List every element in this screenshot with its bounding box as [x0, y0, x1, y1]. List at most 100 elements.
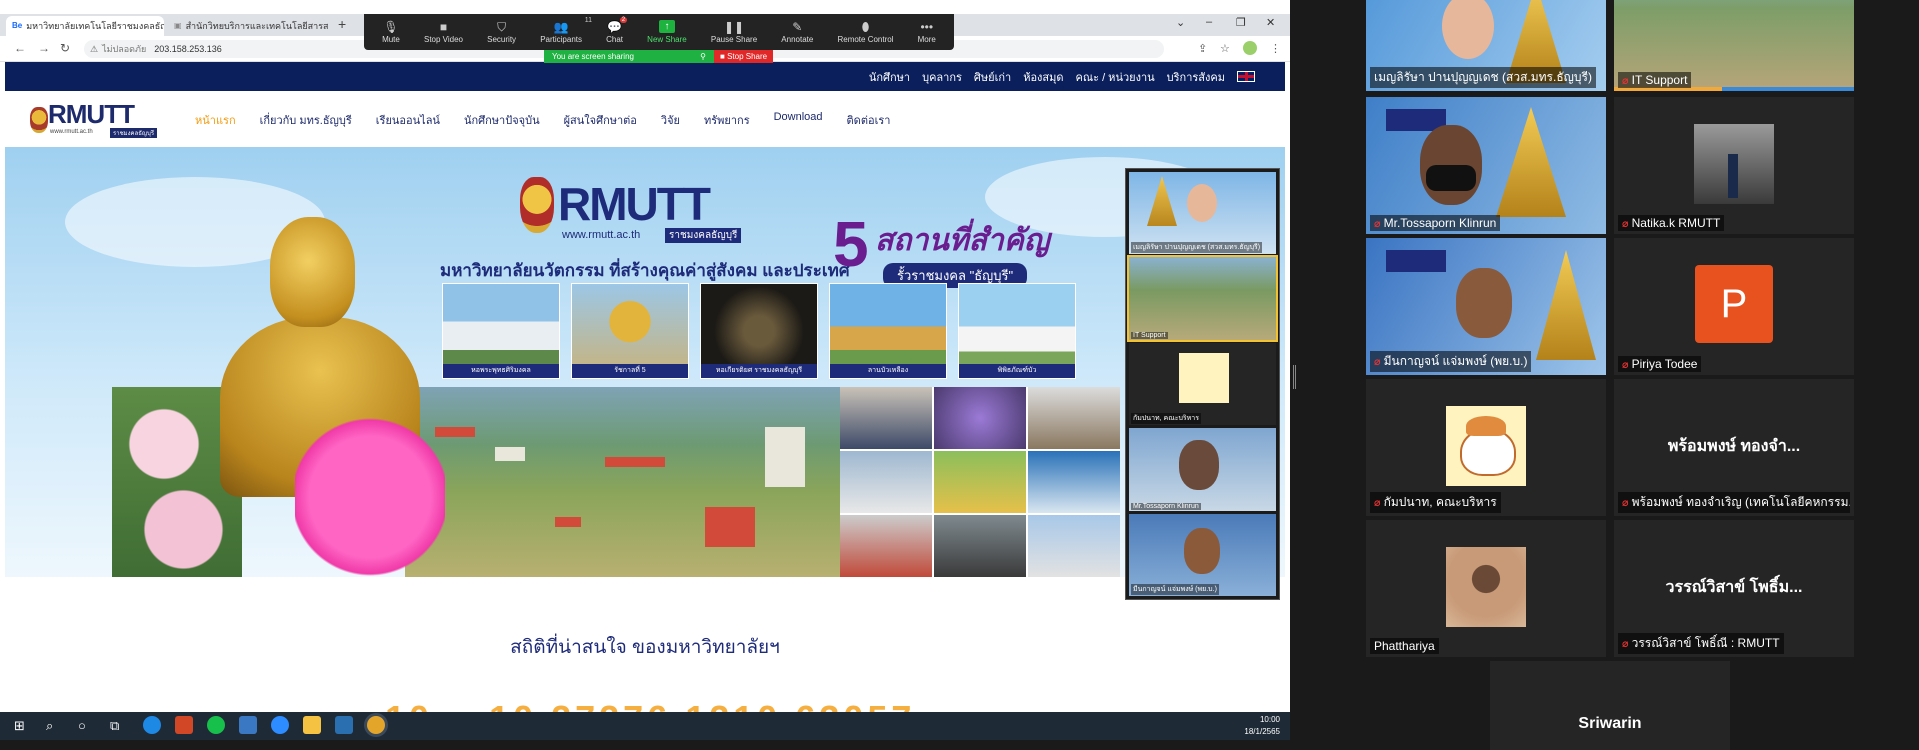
- participants-button[interactable]: 👥 11 Participants: [540, 17, 592, 44]
- new-tab-button[interactable]: +: [338, 16, 346, 32]
- line-icon[interactable]: [207, 716, 225, 734]
- panel-video-1[interactable]: เมญลิรัษา ปานปุญญเดช (สวส.มทร.ธัญบุรี): [1129, 172, 1276, 255]
- panel-video-2[interactable]: IT Support: [1127, 255, 1278, 342]
- security-button[interactable]: ⛉ Security: [487, 20, 516, 44]
- chat-button[interactable]: 💬 2 Chat: [606, 17, 628, 44]
- stop-video-button[interactable]: ■ Stop Video: [424, 20, 463, 44]
- place-card: พิพิธภัณฑ์บัว: [958, 283, 1076, 379]
- panel-video-5[interactable]: มีนกาญจน์ แจ่มพงษ์ (พย.บ.): [1129, 513, 1276, 597]
- button-label: Chat: [606, 35, 624, 44]
- cartoon-avatar: [1179, 352, 1229, 403]
- banner-logo: RMUTT www.rmutt.ac.th ราชมงคลธัญบุรี: [520, 177, 750, 247]
- places-title: 5 สถานที่สำคัญ รั้วราชมงคล "ธัญบุรี": [833, 208, 1083, 291]
- name-text: Natika.k RMUTT: [1631, 216, 1721, 230]
- panel-video-3[interactable]: กัมปนาท, คณะบริหาร: [1129, 342, 1276, 426]
- zoom-floating-video-panel[interactable]: เมญลิรัษา ปานปุญญเดช (สวส.มทร.ธัญบุรี) I…: [1125, 168, 1280, 600]
- zoom-icon[interactable]: [271, 716, 289, 734]
- reload-icon[interactable]: ↻: [60, 41, 70, 55]
- more-icon: •••: [920, 20, 934, 34]
- profile-avatar-icon[interactable]: [1243, 41, 1257, 55]
- participant-name: ⌀ IT Support: [1618, 72, 1692, 88]
- photo-collage: [840, 387, 1120, 577]
- face: [1442, 0, 1494, 59]
- participant-count: 11: [584, 17, 592, 24]
- tab-search-icon[interactable]: ⌄: [1176, 16, 1185, 29]
- new-share-button[interactable]: ↑ New Share: [647, 20, 687, 44]
- minimize-icon[interactable]: –: [1206, 16, 1212, 28]
- participant-tile[interactable]: ⌀ IT Support: [1614, 0, 1854, 91]
- menu-contact[interactable]: ติดต่อเรา: [847, 111, 891, 129]
- top-nav-alumni[interactable]: ศิษย์เก่า: [974, 68, 1011, 86]
- video-feed: [1446, 547, 1526, 627]
- button-label: Mute: [382, 35, 400, 44]
- menu-resources[interactable]: ทรัพยากร: [704, 111, 750, 129]
- mic-icon: 🎙: [383, 20, 399, 34]
- hero-banner[interactable]: RMUTT www.rmutt.ac.th ราชมงคลธัญบุรี มหา…: [5, 147, 1285, 577]
- participant-name: ⌀ Mr.Tossaporn Klinrun: [1370, 215, 1501, 231]
- windows-start-icon[interactable]: ⊞: [14, 718, 25, 734]
- menu-download[interactable]: Download: [774, 111, 823, 129]
- top-nav-library[interactable]: ห้องสมุด: [1023, 68, 1063, 86]
- participant-tile[interactable]: ⌀ Mr.Tossaporn Klinrun: [1366, 97, 1606, 234]
- top-nav-students[interactable]: นักศึกษา: [869, 68, 910, 86]
- english-flag-icon[interactable]: [1237, 71, 1255, 82]
- menu-research[interactable]: วิจัย: [661, 111, 680, 129]
- system-clock[interactable]: 10:00 18/1/2565: [1244, 714, 1280, 738]
- participant-tile[interactable]: Phatthariya: [1366, 520, 1606, 657]
- pause-share-button[interactable]: ❚❚ Pause Share: [711, 20, 757, 44]
- task-view-icon[interactable]: ⧉: [110, 718, 119, 734]
- collage-photo: [934, 387, 1026, 449]
- share-page-icon[interactable]: ⇪: [1198, 42, 1207, 55]
- button-label: Participants: [540, 35, 582, 44]
- mouse-icon: ⬮: [861, 20, 870, 34]
- mic-muted-icon: ⌀: [1374, 497, 1381, 509]
- search-icon[interactable]: ⌕: [46, 718, 53, 734]
- cartoon-avatar: [1446, 406, 1526, 486]
- more-button[interactable]: ••• More: [918, 20, 936, 44]
- photos-icon[interactable]: [335, 716, 353, 734]
- top-nav-staff[interactable]: บุคลากร: [922, 68, 962, 86]
- menu-prospective[interactable]: ผู้สนใจศึกษาต่อ: [564, 111, 637, 129]
- back-icon[interactable]: ←: [14, 41, 26, 55]
- forward-icon[interactable]: →: [38, 41, 50, 55]
- browser-menu-icon[interactable]: ⋮: [1270, 42, 1281, 55]
- participant-tile[interactable]: พร้อมพงษ์ ทองจำ... ⌀ พร้อมพงษ์ ทองจำเริญ …: [1614, 379, 1854, 516]
- menu-about[interactable]: เกี่ยวกับ มทร.ธัญบุรี: [260, 111, 352, 129]
- menu-home[interactable]: หน้าแรก: [195, 111, 236, 129]
- participant-tile[interactable]: ⌀ มีนกาญจน์ แจ่มพงษ์ (พย.บ.): [1366, 238, 1606, 375]
- annotate-button[interactable]: ✎ Annotate: [781, 20, 813, 44]
- participant-tile[interactable]: ⌀ กัมปนาท, คณะบริหาร: [1366, 379, 1606, 516]
- powerpoint-icon[interactable]: [175, 716, 193, 734]
- page-favicon-icon: ▣: [174, 21, 182, 30]
- participant-tile[interactable]: Sriwarin: [1490, 661, 1730, 750]
- rmutt-logo[interactable]: RMUTT www.rmutt.ac.th ราชมงคลธัญบุรี: [30, 99, 160, 139]
- remote-control-button[interactable]: ⬮ Remote Control: [837, 20, 893, 44]
- stop-share-button[interactable]: ■ Stop Share: [714, 50, 774, 63]
- restore-icon[interactable]: ❐: [1236, 16, 1246, 29]
- edge-icon[interactable]: [143, 716, 161, 734]
- remote-desktop-icon[interactable]: [239, 716, 257, 734]
- top-nav-services[interactable]: บริการสังคม: [1167, 68, 1225, 86]
- close-window-icon[interactable]: ✕: [1266, 16, 1275, 29]
- split-view-divider[interactable]: [1293, 365, 1296, 389]
- file-explorer-icon[interactable]: [303, 716, 321, 734]
- top-nav-faculties[interactable]: คณะ / หน่วยงาน: [1076, 68, 1155, 86]
- menu-online-learning[interactable]: เรียนออนไลน์: [376, 111, 440, 129]
- participant-tile[interactable]: วรรณ์วิสาข์ โพธิ์ม... ⌀ วรรณ์วิสาข์ โพธิ์…: [1614, 520, 1854, 657]
- participant-tile[interactable]: ⌀ Natika.k RMUTT: [1614, 97, 1854, 234]
- crest-icon: [30, 107, 48, 133]
- bookmark-star-icon[interactable]: ☆: [1220, 42, 1230, 55]
- mute-button[interactable]: 🎙 Mute: [382, 20, 400, 44]
- panel-video-4[interactable]: Mr.Tossaporn Klinrun: [1129, 428, 1276, 511]
- browser-tab-rmutt[interactable]: Be มหาวิทยาลัยเทคโนโลยีราชมงคลธัญบุรี ×: [6, 16, 164, 36]
- browser-tab-arit[interactable]: ▣ สำนักวิทยบริการและเทคโนโลยีสารสนเทศ ×: [168, 16, 328, 36]
- menu-current-students[interactable]: นักศึกษาปัจจุบัน: [464, 111, 540, 129]
- cortana-icon[interactable]: ○: [78, 718, 86, 733]
- participant-tile[interactable]: P ⌀ Piriya Todee: [1614, 238, 1854, 375]
- chrome-icon[interactable]: [367, 716, 385, 734]
- participant-name: Phatthariya: [1370, 638, 1439, 654]
- place-label: รัชกาลที่ 5: [572, 364, 688, 378]
- name-text: พร้อมพงษ์ ทองจำเริญ (เทคโนโลยีคหกรรม...: [1631, 495, 1850, 509]
- participant-tile[interactable]: เมญลิรัษา ปานปุญญเดช (สวส.มทร.ธัญบุรี): [1366, 0, 1606, 91]
- sharing-status[interactable]: You are screen sharing ⚲: [544, 50, 714, 63]
